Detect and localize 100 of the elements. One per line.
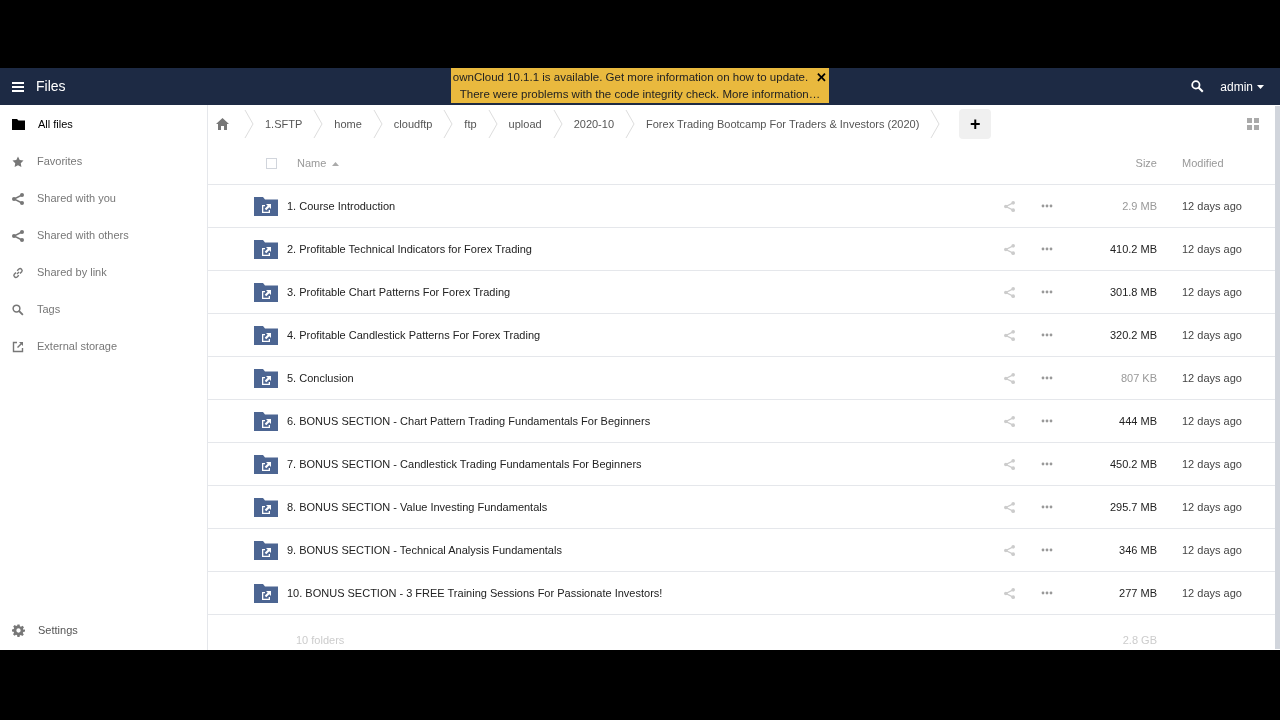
share-icon[interactable]	[1004, 544, 1015, 556]
share-icon[interactable]	[1004, 415, 1015, 427]
add-button[interactable]: +	[959, 109, 992, 139]
modified-date: 12 days ago	[1181, 585, 1243, 601]
more-icon[interactable]	[1041, 376, 1053, 380]
close-button[interactable]: ✕	[816, 70, 828, 84]
file-size: 444 MB	[1118, 413, 1157, 429]
share-icon[interactable]	[1004, 200, 1015, 212]
home-icon[interactable]	[216, 118, 229, 130]
file-size: 450.2 MB	[1108, 456, 1157, 472]
share-icon	[12, 192, 24, 205]
more-icon[interactable]	[1041, 204, 1053, 208]
file-size: 346 MB	[1118, 542, 1157, 558]
sidebar-item[interactable]: Favorites	[0, 143, 207, 180]
breadcrumb[interactable]: 2020-10	[573, 115, 614, 133]
shared-folder-icon	[254, 411, 278, 431]
shared-folder-icon	[254, 239, 278, 259]
file-name[interactable]: 2. Profitable Technical Indicators for Forex Trading	[287, 240, 532, 258]
sidebar-item[interactable]: Shared with others	[0, 217, 207, 254]
breadcrumb[interactable]: Forex Trading Bootcamp For Traders & Investors (2020)	[646, 115, 920, 133]
file-size: 295.7 MB	[1108, 499, 1157, 515]
modified-date: 12 days ago	[1181, 241, 1243, 257]
file-name[interactable]: 10. BONUS SECTION - 3 FREE Training Sessions For Passionate Investors!	[287, 584, 663, 602]
file-size: 410.2 MB	[1108, 241, 1157, 257]
chevron-icon	[625, 109, 635, 139]
shared-folder-icon	[254, 454, 278, 474]
share-icon[interactable]	[1004, 458, 1015, 470]
sidebar-item[interactable]: Shared with you	[0, 180, 207, 217]
external-link-icon	[12, 340, 24, 353]
sort-icon	[332, 161, 340, 166]
modified-date: 12 days ago	[1181, 499, 1243, 515]
file-size: 807 KB	[1119, 370, 1157, 386]
folder-icon	[12, 119, 25, 130]
shared-folder-icon	[254, 497, 278, 517]
chevron-icon	[372, 109, 383, 139]
app-title[interactable]: Files	[36, 76, 66, 97]
update-message[interactable]: ownCloud 10.1.1 is available. Get more information on how to update.	[452, 68, 809, 86]
link-icon	[12, 266, 24, 279]
share-icon	[12, 229, 24, 242]
breadcrumb[interactable]: ftp	[464, 115, 477, 133]
shared-folder-icon	[254, 196, 278, 216]
search-icon[interactable]	[1191, 80, 1205, 93]
file-name[interactable]: 6. BONUS SECTION - Chart Pattern Trading Fundamentals For Beginners	[287, 412, 651, 430]
file-name[interactable]: 9. BONUS SECTION - Technical Analysis Fundamentals	[287, 541, 562, 559]
share-icon[interactable]	[1004, 587, 1015, 599]
shared-folder-icon	[254, 325, 278, 345]
integrity-message[interactable]: There were problems with the code integrity check. More information…	[459, 85, 821, 103]
modified-date: 12 days ago	[1181, 370, 1243, 386]
more-icon[interactable]	[1041, 247, 1053, 251]
breadcrumb[interactable]: upload	[508, 115, 542, 133]
breadcrumb[interactable]: 1.SFTP	[265, 115, 303, 133]
chevron-icon	[244, 109, 254, 139]
menu-icon[interactable]	[12, 81, 24, 92]
caret-icon	[1257, 84, 1264, 89]
sidebar-item[interactable]: Tags	[0, 291, 207, 328]
star-icon	[12, 155, 24, 168]
file-name[interactable]: 5. Conclusion	[287, 369, 354, 387]
file-name[interactable]: 4. Profitable Candlestick Patterns For Forex Trading	[287, 326, 541, 344]
more-icon[interactable]	[1041, 419, 1053, 423]
sidebar-item[interactable]: External storage	[0, 328, 207, 365]
chevron-icon	[313, 109, 324, 139]
grid-view-icon[interactable]	[1247, 118, 1259, 130]
share-icon[interactable]	[1004, 501, 1015, 513]
share-icon[interactable]	[1004, 329, 1015, 341]
settings-item[interactable]: Settings	[0, 612, 207, 649]
more-icon[interactable]	[1041, 505, 1053, 509]
modified-date: 12 days ago	[1181, 542, 1243, 558]
shared-folder-icon	[254, 368, 278, 388]
file-size: 2.9 MB	[1121, 198, 1157, 214]
modified-date: 12 days ago	[1181, 327, 1243, 343]
more-icon[interactable]	[1041, 548, 1053, 552]
sidebar-item[interactable]: Shared by link	[0, 254, 207, 291]
modified-date: 12 days ago	[1181, 198, 1243, 214]
chevron-icon	[443, 109, 454, 139]
shared-folder-icon	[254, 540, 278, 560]
select-all-checkbox[interactable]	[266, 158, 277, 169]
breadcrumb[interactable]: cloudftp	[393, 115, 433, 133]
search-icon	[12, 303, 24, 316]
more-icon[interactable]	[1041, 591, 1053, 595]
file-size: 301.8 MB	[1108, 284, 1157, 300]
breadcrumb[interactable]: home	[334, 115, 362, 133]
modified-date: 12 days ago	[1181, 413, 1243, 429]
more-icon[interactable]	[1041, 290, 1053, 294]
file-name[interactable]: 7. BONUS SECTION - Candlestick Trading Fundamentals For Beginners	[287, 455, 642, 473]
share-icon[interactable]	[1004, 286, 1015, 298]
file-name[interactable]: 1. Course Introduction	[287, 197, 396, 215]
chevron-icon	[552, 109, 563, 139]
user-menu[interactable]: admin	[1220, 77, 1264, 96]
settings-icon	[12, 624, 25, 637]
more-icon[interactable]	[1041, 333, 1053, 337]
file-name[interactable]: 8. BONUS SECTION - Value Investing Fundamentals	[287, 498, 548, 516]
file-size: 277 MB	[1118, 585, 1157, 601]
shared-folder-icon	[254, 583, 278, 603]
share-icon[interactable]	[1004, 243, 1015, 255]
file-size: 320.2 MB	[1108, 327, 1157, 343]
share-icon[interactable]	[1004, 372, 1015, 384]
modified-date: 12 days ago	[1181, 456, 1243, 472]
more-icon[interactable]	[1041, 462, 1053, 466]
shared-folder-icon	[254, 282, 278, 302]
file-name[interactable]: 3. Profitable Chart Patterns For Forex Trading	[287, 283, 511, 301]
